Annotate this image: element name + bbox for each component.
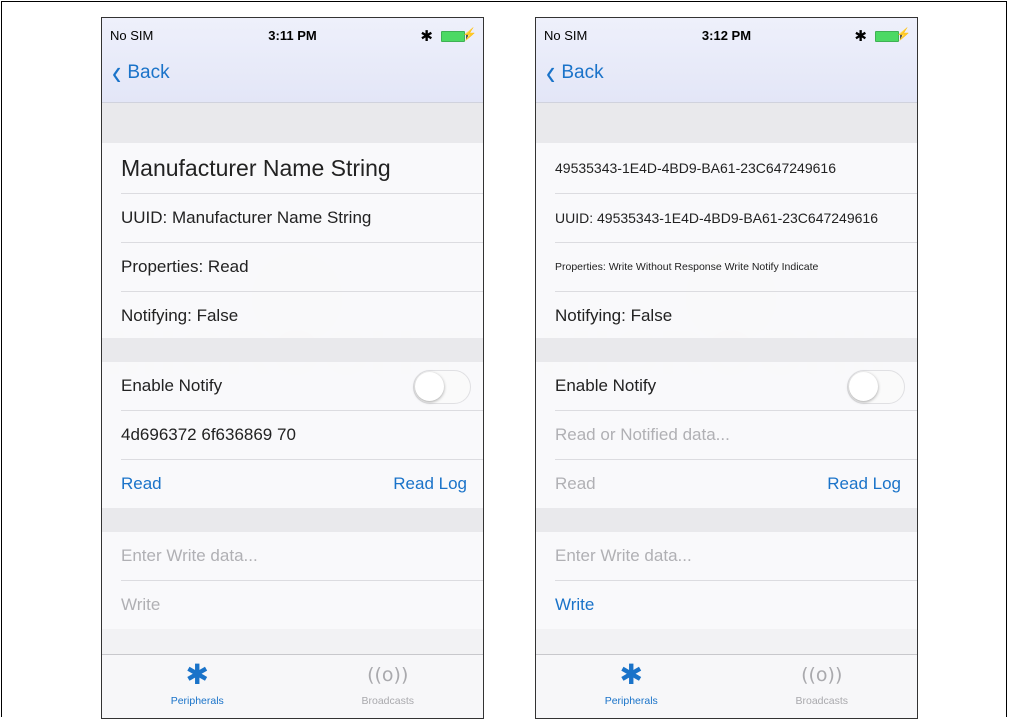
back-label: Back <box>561 62 604 83</box>
write-button[interactable]: Write <box>555 581 917 629</box>
read-button[interactable]: Read <box>121 474 162 494</box>
write-data-input[interactable]: Enter Write data... <box>555 532 917 581</box>
read-log-button[interactable]: Read Log <box>393 474 467 494</box>
read-row: Read Read Log <box>121 460 483 508</box>
status-bar: No SIM 3:11 PM ✱ ⚡ <box>102 27 483 46</box>
toggle-knob <box>849 372 878 401</box>
back-button[interactable]: ‹ Back <box>112 52 170 93</box>
tab-peripherals[interactable]: ✱ Peripherals <box>102 659 293 707</box>
notify-section: Enable Notify 4d696372 6f636869 70 Read … <box>102 362 483 508</box>
section-gap <box>102 103 483 143</box>
enable-notify-label: Enable Notify <box>555 376 657 395</box>
characteristic-info: Manufacturer Name String UUID: Manufactu… <box>102 143 483 340</box>
write-section: Enter Write data... Write <box>536 532 917 629</box>
read-log-button[interactable]: Read Log <box>827 474 901 494</box>
charging-icon: ⚡ <box>896 27 911 41</box>
write-section: Enter Write data... Write <box>102 532 483 629</box>
back-button[interactable]: ‹ Back <box>546 52 604 93</box>
read-data-placeholder: Read or Notified data... <box>555 411 917 460</box>
tab-bar: ✱ Peripherals ((o)) Broadcasts <box>102 654 483 718</box>
characteristic-info: 49535343-1E4D-4BD9-BA61-23C647249616 UUI… <box>536 143 917 340</box>
status-bar: No SIM 3:12 PM ✱ ⚡ <box>536 27 917 46</box>
nav-header: No SIM 3:12 PM ✱ ⚡ ‹ Back <box>536 18 917 103</box>
bluetooth-icon: ✱ <box>619 659 643 690</box>
back-chevron-icon: ‹ <box>112 52 122 93</box>
tab-peripherals-label: Peripherals <box>604 695 658 707</box>
tab-broadcasts-label: Broadcasts <box>795 695 849 707</box>
read-button[interactable]: Read <box>555 474 596 494</box>
read-data-value: 4d696372 6f636869 70 <box>121 411 483 460</box>
tab-broadcasts[interactable]: ((o)) Broadcasts <box>293 659 484 707</box>
toggle-knob <box>415 372 444 401</box>
section-gap <box>536 103 917 143</box>
phone-screen-1: MICROCHIP No SIM 3:11 PM ✱ ⚡ ‹ Back Manu… <box>101 17 484 719</box>
back-label: Back <box>127 62 170 83</box>
section-gap <box>102 508 483 532</box>
phone-screen-2: MICROCHIP No SIM 3:12 PM ✱ ⚡ ‹ Back 4953… <box>535 17 918 719</box>
broadcast-icon: ((o)) <box>367 664 409 686</box>
properties-label: Properties: Write Without Response Write… <box>555 243 917 292</box>
read-row: Read Read Log <box>555 460 917 508</box>
write-button[interactable]: Write <box>121 581 483 629</box>
uuid-label: UUID: Manufacturer Name String <box>121 194 483 243</box>
enable-notify-toggle[interactable] <box>413 370 471 404</box>
notifying-label: Notifying: False <box>121 306 239 325</box>
characteristic-title: Manufacturer Name String <box>121 143 483 194</box>
back-chevron-icon: ‹ <box>546 52 556 93</box>
enable-notify-toggle[interactable] <box>847 370 905 404</box>
notify-section: Enable Notify Read or Notified data... R… <box>536 362 917 508</box>
enable-notify-label: Enable Notify <box>121 376 223 395</box>
section-gap <box>536 508 917 532</box>
charging-icon: ⚡ <box>462 27 477 41</box>
tab-bar: ✱ Peripherals ((o)) Broadcasts <box>536 654 917 718</box>
tab-broadcasts-label: Broadcasts <box>361 695 415 707</box>
bluetooth-icon: ✱ <box>185 659 209 690</box>
enable-notify-row: Enable Notify <box>121 362 483 411</box>
notifying-label: Notifying: False <box>555 306 673 325</box>
nav-header: No SIM 3:11 PM ✱ ⚡ ‹ Back <box>102 18 483 103</box>
tab-broadcasts[interactable]: ((o)) Broadcasts <box>727 659 918 707</box>
broadcast-icon: ((o)) <box>801 664 843 686</box>
bluetooth-icon: ✱ <box>420 28 433 45</box>
tab-peripherals-label: Peripherals <box>170 695 224 707</box>
properties-label: Properties: Read <box>121 243 483 292</box>
tab-peripherals[interactable]: ✱ Peripherals <box>536 659 727 707</box>
characteristic-title: 49535343-1E4D-4BD9-BA61-23C647249616 <box>555 143 917 194</box>
enable-notify-row: Enable Notify <box>555 362 917 411</box>
bluetooth-icon: ✱ <box>854 28 867 45</box>
uuid-label: UUID: 49535343-1E4D-4BD9-BA61-23C6472496… <box>555 194 917 243</box>
section-gap <box>536 338 917 362</box>
write-data-input[interactable]: Enter Write data... <box>121 532 483 581</box>
section-gap <box>102 338 483 362</box>
